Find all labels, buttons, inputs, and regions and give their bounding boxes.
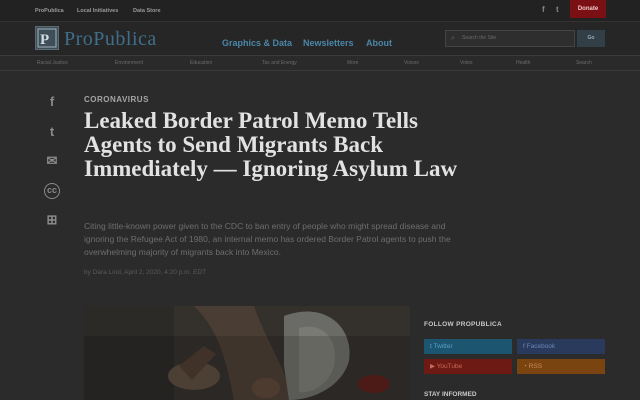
toplink-propublica[interactable]: ProPublica <box>35 8 64 14</box>
subnav-item[interactable]: Votes <box>460 60 473 66</box>
subnav-item[interactable]: More <box>347 60 358 66</box>
nav-graphics-data[interactable]: Graphics & Data <box>222 38 292 48</box>
youtube-icon: ▶ <box>430 363 437 370</box>
follow-heading: FOLLOW PROPUBLICA <box>424 321 503 328</box>
subnav-item[interactable]: Search <box>576 60 592 66</box>
top-utility-bar: ProPublica Local Initiatives Data Store … <box>0 0 640 22</box>
stay-informed-heading: STAY INFORMED <box>424 391 477 398</box>
facebook-icon[interactable]: f <box>44 94 60 110</box>
donate-button[interactable]: Donate <box>570 0 606 18</box>
rss-follow-button[interactable]: ◔ RSS <box>517 359 605 374</box>
nav-newsletters[interactable]: Newsletters <box>303 38 354 48</box>
site-logo-text[interactable]: ProPublica <box>64 28 157 51</box>
article-byline: by Dara Lind, April 2, 2020, 4:20 p.m. E… <box>84 269 207 276</box>
toplink-data-store[interactable]: Data Store <box>133 8 161 14</box>
search-input[interactable]: ⌕ Search the Site <box>445 30 575 47</box>
republish-icon[interactable]: cc <box>44 183 60 199</box>
facebook-icon[interactable]: f <box>542 5 545 14</box>
search-button[interactable]: Go <box>577 30 605 47</box>
facebook-follow-label: Facebook <box>526 343 556 350</box>
email-icon[interactable]: ✉ <box>44 153 60 169</box>
article-headline: Leaked Border Patrol Memo Tells Agents t… <box>84 108 458 181</box>
site-header: P ProPublica Graphics & Data Newsletters… <box>0 22 640 55</box>
subnav-item[interactable]: Racial Justice <box>37 60 68 66</box>
search-placeholder: Search the Site <box>462 35 497 41</box>
twitter-follow-button[interactable]: t Twitter <box>424 339 512 354</box>
article-dek: Citing little-known power given to the C… <box>84 221 451 257</box>
youtube-follow-label: YouTube <box>436 363 463 370</box>
propublica-logo-icon[interactable]: P <box>35 26 59 50</box>
subnav-item[interactable]: Voices <box>404 60 419 66</box>
subnav-item[interactable]: Education <box>190 60 212 66</box>
article-lead-photo <box>84 306 410 400</box>
twitter-icon[interactable]: t <box>556 5 559 14</box>
subnav-item[interactable]: Environment <box>115 60 143 66</box>
twitter-follow-label: Twitter <box>433 343 453 350</box>
subnav-item[interactable]: Tax and Energy <box>262 60 297 66</box>
subnav-item[interactable]: Health <box>516 60 530 66</box>
gift-icon[interactable]: ⊞ <box>44 212 60 228</box>
svg-text:P: P <box>40 32 49 48</box>
facebook-follow-button[interactable]: f Facebook <box>517 339 605 354</box>
article-kicker[interactable]: CORONAVIRUS <box>84 95 149 104</box>
topic-subnav: Racial Justice Environment Education Tax… <box>0 55 640 71</box>
search-icon: ⌕ <box>451 35 455 42</box>
nav-about[interactable]: About <box>366 38 392 48</box>
youtube-follow-button[interactable]: ▶ YouTube <box>424 359 512 374</box>
rss-follow-label: RSS <box>528 363 543 370</box>
toplink-local-initiatives[interactable]: Local Initiatives <box>77 8 118 14</box>
twitter-icon[interactable]: t <box>44 124 60 140</box>
